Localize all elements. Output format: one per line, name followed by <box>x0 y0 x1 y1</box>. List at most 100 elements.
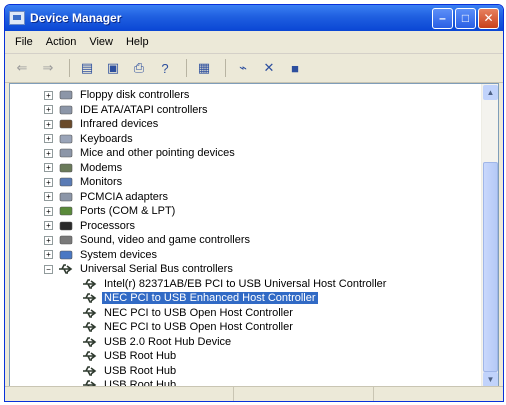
toolbar: ⇐ ⇒ ▤ ▣ ⎙? ▦ ⌁ ✕ ■ <box>5 54 503 83</box>
sound-icon <box>59 235 73 245</box>
view-devices-icon[interactable]: ▦ <box>193 58 215 78</box>
expand-icon[interactable]: + <box>44 90 53 100</box>
processor-icon <box>59 221 73 231</box>
usb-icon <box>83 322 97 333</box>
device-category-row[interactable]: − Universal Serial Bus controllers <box>10 262 481 277</box>
system-devices-icon <box>59 250 73 260</box>
expand-icon[interactable]: + <box>44 235 53 245</box>
expand-icon[interactable]: + <box>44 105 53 115</box>
properties-icon[interactable]: ▣ <box>102 58 124 78</box>
usb-icon <box>83 278 97 289</box>
device-category-row[interactable]: + Keyboards <box>10 132 481 147</box>
maximize-button[interactable]: □ <box>455 7 476 29</box>
device-row[interactable]: NEC PCI to USB Open Host Controller <box>10 306 481 321</box>
minimize-button[interactable]: – <box>432 7 453 29</box>
expand-icon[interactable]: + <box>44 148 53 158</box>
status-pane <box>234 387 375 401</box>
device-manager-icon <box>9 11 25 25</box>
device-row[interactable]: USB Root Hub <box>10 349 481 364</box>
status-pane <box>5 387 235 401</box>
forward-icon[interactable]: ⇒ <box>37 58 59 78</box>
toolbar-separator <box>69 59 70 77</box>
back-icon[interactable]: ⇐ <box>11 58 33 78</box>
device-label: USB 2.0 Root Hub Device <box>104 335 232 348</box>
scan-hardware-icon[interactable]: ⌁ <box>232 58 254 78</box>
status-bar <box>5 386 503 401</box>
device-category-row[interactable]: + Ports (COM & LPT) <box>10 204 481 219</box>
device-row[interactable]: NEC PCI to USB Enhanced Host Controller <box>10 291 481 306</box>
menu-view[interactable]: View <box>85 36 122 48</box>
device-category-row[interactable]: + IDE ATA/ATAPI controllers <box>10 103 481 118</box>
menu-bar: File Action View Help <box>5 31 503 54</box>
device-label: Keyboards <box>80 132 133 145</box>
device-label: NEC PCI to USB Enhanced Host Controller <box>102 292 318 305</box>
collapse-icon[interactable]: − <box>44 264 53 274</box>
menu-file[interactable]: File <box>11 36 42 48</box>
usb-icon <box>83 336 97 347</box>
expand-icon[interactable]: + <box>44 163 53 173</box>
usb-icon <box>83 307 97 318</box>
device-label: Universal Serial Bus controllers <box>80 263 233 276</box>
expand-icon[interactable]: + <box>44 250 53 260</box>
device-label: PCMCIA adapters <box>80 190 169 203</box>
device-category-row[interactable]: + Sound, video and game controllers <box>10 233 481 248</box>
device-category-row[interactable]: + Infrared devices <box>10 117 481 132</box>
device-category-row[interactable]: + PCMCIA adapters <box>10 190 481 205</box>
device-row[interactable]: Intel(r) 82371AB/EB PCI to USB Universal… <box>10 277 481 292</box>
usb-icon <box>59 264 73 275</box>
status-pane <box>374 387 503 401</box>
device-row[interactable]: USB Root Hub <box>10 364 481 379</box>
vertical-scrollbar[interactable]: ▲ ▼ <box>481 84 498 388</box>
menu-help[interactable]: Help <box>122 36 158 48</box>
show-hide-console-tree-icon[interactable]: ▤ <box>76 58 98 78</box>
infrared-icon <box>59 119 73 129</box>
expand-icon[interactable]: + <box>44 206 53 216</box>
close-button[interactable]: ✕ <box>478 7 499 29</box>
scroll-down-icon[interactable]: ▼ <box>483 372 498 387</box>
monitor-icon <box>59 177 73 187</box>
device-label: NEC PCI to USB Open Host Controller <box>104 306 293 319</box>
menu-action[interactable]: Action <box>42 36 86 48</box>
device-label: System devices <box>80 248 158 261</box>
device-category-row[interactable]: + Monitors <box>10 175 481 190</box>
device-category-row[interactable]: + System devices <box>10 248 481 263</box>
device-category-row[interactable]: + Floppy disk controllers <box>10 88 481 103</box>
device-label: Processors <box>80 219 136 232</box>
device-tree: + Floppy disk controllers + IDE ATA/ATAPI c… <box>10 84 481 388</box>
expand-icon[interactable]: + <box>44 221 53 231</box>
scroll-up-icon[interactable]: ▲ <box>483 85 498 100</box>
device-label: USB Root Hub <box>104 364 177 377</box>
expand-icon[interactable]: + <box>44 192 53 202</box>
device-label: Ports (COM & LPT) <box>80 205 176 218</box>
expand-icon[interactable]: + <box>44 134 53 144</box>
pcmcia-icon <box>59 192 73 202</box>
expand-icon[interactable]: + <box>44 119 53 129</box>
keyboard-icon <box>59 134 73 144</box>
scroll-thumb[interactable] <box>483 162 498 372</box>
mouse-icon <box>59 148 73 158</box>
device-label: NEC PCI to USB Open Host Controller <box>104 321 293 334</box>
help-icon[interactable]: ? <box>154 58 176 78</box>
device-label: USB Root Hub <box>104 350 177 363</box>
device-category-row[interactable]: + Processors <box>10 219 481 234</box>
modem-icon <box>59 163 73 173</box>
print-icon[interactable]: ⎙ <box>128 58 150 78</box>
title-bar[interactable]: Device Manager – □ ✕ <box>5 5 503 31</box>
device-label: Floppy disk controllers <box>80 89 190 102</box>
port-icon <box>59 206 73 216</box>
uninstall-icon[interactable]: ✕ <box>258 58 280 78</box>
device-row[interactable]: NEC PCI to USB Open Host Controller <box>10 320 481 335</box>
device-label: Mice and other pointing devices <box>80 147 235 160</box>
device-category-row[interactable]: + Modems <box>10 161 481 176</box>
device-category-row[interactable]: + Mice and other pointing devices <box>10 146 481 161</box>
device-label: Monitors <box>80 176 123 189</box>
device-label: Infrared devices <box>80 118 159 131</box>
usb-icon <box>83 293 97 304</box>
usb-icon <box>83 351 97 362</box>
expand-icon[interactable]: + <box>44 177 53 187</box>
floppy-controller-icon <box>59 90 73 100</box>
device-row[interactable]: USB 2.0 Root Hub Device <box>10 335 481 350</box>
device-manager-window: Device Manager – □ ✕ File Action View He… <box>4 4 504 402</box>
disable-icon[interactable]: ■ <box>284 58 306 78</box>
device-label: IDE ATA/ATAPI controllers <box>80 103 208 116</box>
